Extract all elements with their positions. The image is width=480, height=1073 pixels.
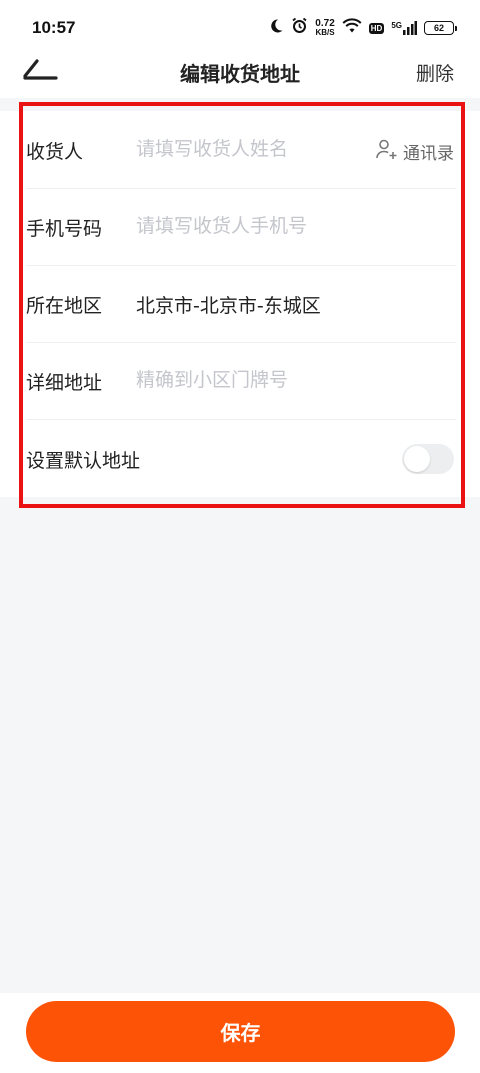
net-speed: 0.72 KB/S <box>315 19 334 37</box>
status-bar: 10:57 0.72 KB/S HD 5G 62 <box>0 0 480 52</box>
status-time: 10:57 <box>32 18 76 37</box>
receiver-input[interactable] <box>136 131 366 167</box>
net-speed-unit: KB/S <box>315 28 335 37</box>
contacts-label: 通讯录 <box>403 144 454 164</box>
address-form: 收货人 通讯录 手机号码 所在地区 北京市-北京市-东城区 详细地址 设置默认地… <box>0 111 480 497</box>
phone-row: 手机号码 <box>26 188 456 266</box>
nav-bar: 编辑收货地址 删除 <box>0 52 480 98</box>
page-title: 编辑收货地址 <box>180 62 300 86</box>
wifi-icon <box>342 17 362 39</box>
contacts-button[interactable]: 通讯录 <box>375 137 454 166</box>
battery-level: 62 <box>433 23 444 33</box>
region-row[interactable]: 所在地区 北京市-北京市-东城区 <box>26 265 456 343</box>
network-type: 5G <box>391 21 402 30</box>
default-row: 设置默认地址 <box>26 420 456 497</box>
save-button[interactable]: 保存 <box>26 1001 455 1062</box>
detail-address-input[interactable] <box>136 362 366 398</box>
region-value[interactable]: 北京市-北京市-东城区 <box>136 291 321 318</box>
hd-badge: HD <box>368 22 385 34</box>
detail-row: 详细地址 <box>26 342 456 420</box>
moon-icon <box>268 18 284 39</box>
receiver-label: 收货人 <box>26 141 84 163</box>
receiver-row: 收货人 通讯录 <box>26 111 456 189</box>
delete-button[interactable]: 删除 <box>416 59 454 86</box>
region-label: 所在地区 <box>26 295 103 317</box>
default-address-toggle[interactable] <box>402 444 454 474</box>
detail-label: 详细地址 <box>26 372 103 394</box>
add-contact-icon <box>375 137 399 166</box>
alarm-icon <box>291 17 308 39</box>
default-label: 设置默认地址 <box>26 450 141 472</box>
phone-input[interactable] <box>136 208 366 244</box>
bottom-bar: 保存 <box>0 993 480 1073</box>
status-icons: 0.72 KB/S HD 5G 62 <box>268 16 457 40</box>
phone-label: 手机号码 <box>26 218 103 240</box>
battery-icon: 62 <box>424 21 457 35</box>
signal-icon: 5G <box>391 21 417 35</box>
toggle-knob <box>404 446 430 472</box>
